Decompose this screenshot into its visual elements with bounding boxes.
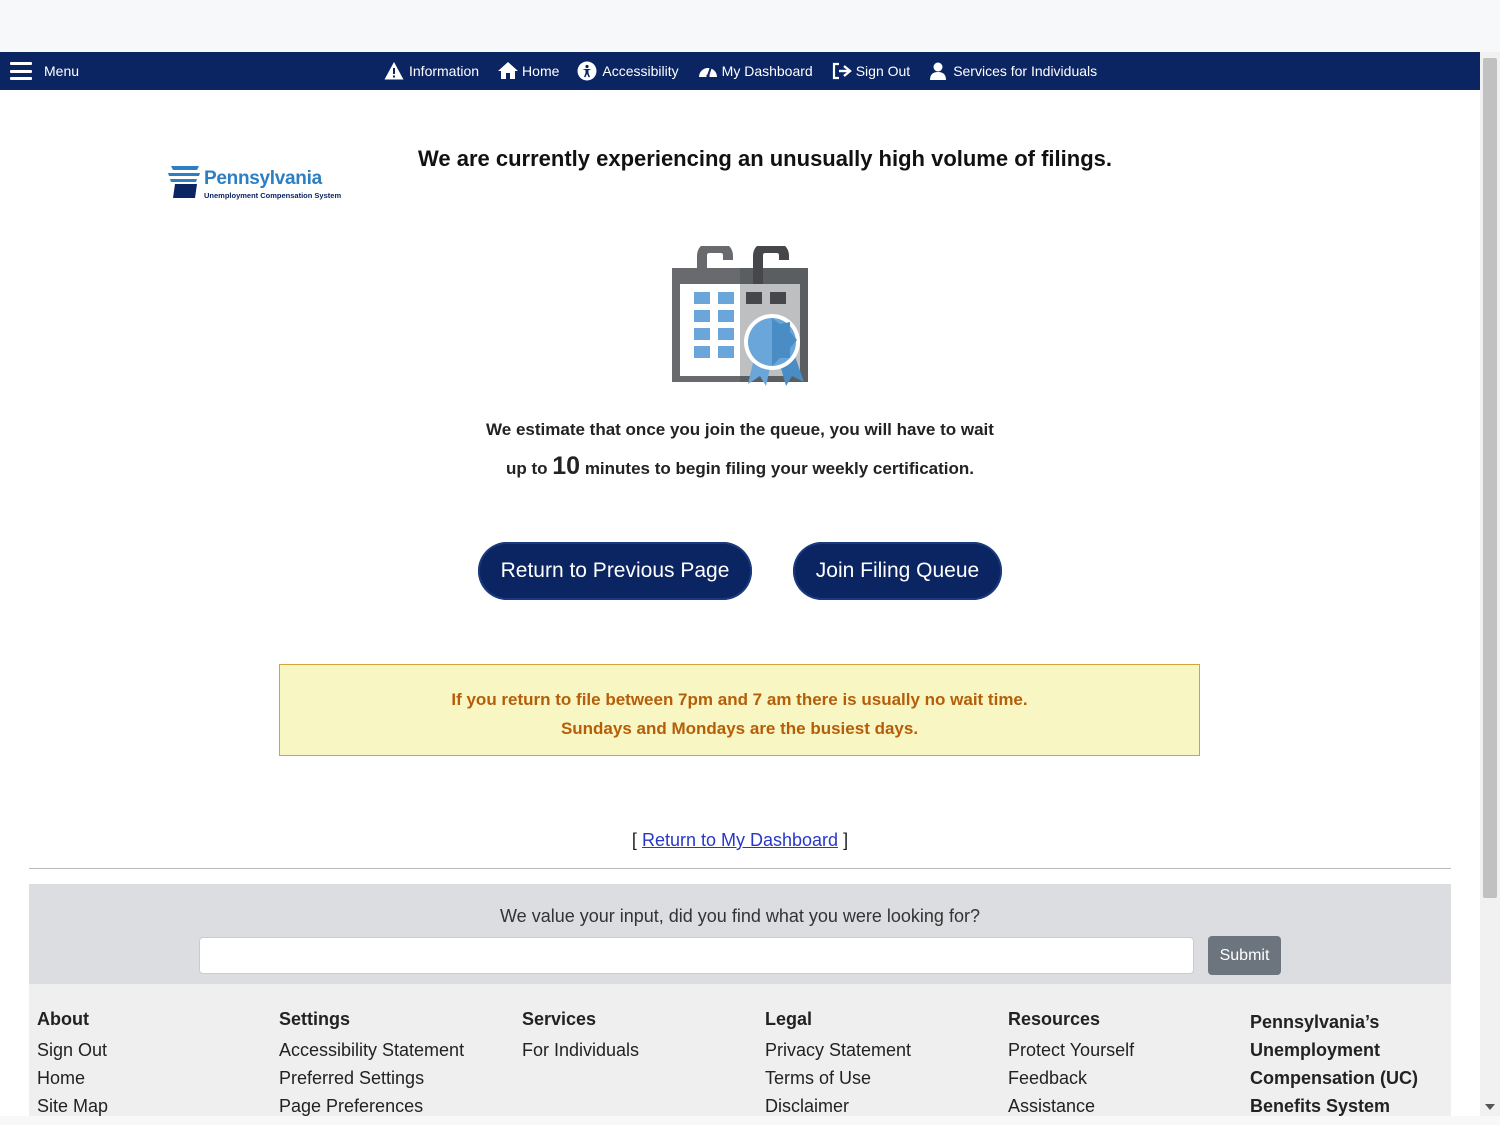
feedback-question: We value your input, did you find what y… <box>500 906 980 926</box>
footer-link-accessibility-statement[interactable]: Accessibility Statement <box>279 1036 464 1064</box>
estimate-suffix: minutes to begin filing your weekly cert… <box>584 459 974 478</box>
nav-information-label: Information <box>409 63 480 79</box>
menu-label: Menu <box>44 63 80 79</box>
footer-heading-settings: Settings <box>279 1009 351 1029</box>
return-previous-page-button[interactable]: Return to Previous Page <box>478 542 752 600</box>
footer-col-services: Services For Individuals <box>522 1008 639 1064</box>
bracket-open: [ <box>631 830 637 850</box>
warning-icon <box>384 61 404 81</box>
top-navbar: Menu Information Home Accessibility My D… <box>0 52 1480 90</box>
footer-col-brand: Pennsylvania’s Unemployment Compensation… <box>1250 1008 1418 1125</box>
accessibility-icon <box>577 61 597 81</box>
footer-heading-about: About <box>37 1009 89 1029</box>
footer-brand-line: Unemployment <box>1250 1040 1381 1060</box>
dashboard-icon <box>697 61 717 81</box>
footer-col-settings: Settings Accessibility Statement Preferr… <box>279 1008 464 1120</box>
nav-home-label: Home <box>522 63 560 79</box>
footer-link-sign-out[interactable]: Sign Out <box>37 1036 108 1064</box>
footer-col-about: About Sign Out Home Site Map <box>37 1008 108 1120</box>
main-content: Pennsylvania Unemployment Compensation S… <box>0 90 1480 1116</box>
footer-heading-legal: Legal <box>765 1009 813 1029</box>
nav-accessibility-label: Accessibility <box>602 63 679 79</box>
feedback-panel: We value your input, did you find what y… <box>29 884 1451 984</box>
footer-link-privacy-statement[interactable]: Privacy Statement <box>765 1036 911 1064</box>
feedback-submit-button[interactable]: Submit <box>1208 936 1281 975</box>
feedback-input[interactable] <box>199 937 1194 974</box>
return-to-dashboard-link[interactable]: Return to My Dashboard <box>642 830 838 850</box>
nav-accessibility[interactable]: Accessibility <box>577 61 679 81</box>
user-icon <box>928 61 948 81</box>
bracket-close: ] <box>843 830 849 850</box>
nav-services-individuals[interactable]: Services for Individuals <box>928 61 1097 81</box>
nav-home[interactable]: Home <box>497 61 559 81</box>
footer-col-legal: Legal Privacy Statement Terms of Use Dis… <box>765 1008 911 1120</box>
home-icon <box>497 61 519 81</box>
footer-link-protect-yourself[interactable]: Protect Yourself <box>1008 1036 1134 1064</box>
estimate-line-2: up to 10 minutes to begin filing your we… <box>0 448 1480 487</box>
scrollbar-thumb[interactable] <box>1483 58 1497 898</box>
join-filing-queue-button[interactable]: Join Filing Queue <box>793 542 1002 600</box>
calendar-award-icon <box>672 246 808 386</box>
estimate-minutes: 10 <box>552 452 581 480</box>
nav-information[interactable]: Information <box>384 61 479 81</box>
footer-link-for-individuals[interactable]: For Individuals <box>522 1036 639 1064</box>
nav-my-dashboard-label: My Dashboard <box>721 63 813 79</box>
page-headline: We are currently experiencing an unusual… <box>418 146 1112 171</box>
notice-line-1: If you return to file between 7pm and 7 … <box>451 690 1028 709</box>
nav-sign-out-label: Sign Out <box>855 63 911 79</box>
wait-time-notice: If you return to file between 7pm and 7 … <box>279 664 1200 756</box>
nav-links: Information Home Accessibility My Dashbo… <box>384 52 1097 90</box>
nav-services-individuals-label: Services for Individuals <box>953 63 1098 79</box>
scroll-down-arrow-icon[interactable] <box>1485 1104 1495 1110</box>
logo-subtitle: Unemployment Compensation System <box>204 191 342 200</box>
footer-link-feedback[interactable]: Feedback <box>1008 1064 1134 1092</box>
estimate-prefix: up to <box>505 459 548 478</box>
footer-link-terms-of-use[interactable]: Terms of Use <box>765 1064 911 1092</box>
notice-line-2: Sundays and Mondays are the busiest days… <box>560 719 919 738</box>
footer-col-resources: Resources Protect Yourself Feedback Assi… <box>1008 1008 1134 1120</box>
footer-brand-line: Compensation (UC) <box>1250 1068 1418 1088</box>
nav-sign-out[interactable]: Sign Out <box>831 61 910 81</box>
footer-brand-line: Pennsylvania’s <box>1250 1012 1380 1032</box>
menu-button[interactable]: Menu <box>10 52 79 90</box>
footer-heading-resources: Resources <box>1008 1009 1101 1029</box>
footer-brand-title: Pennsylvania’s Unemployment Compensation… <box>1250 1008 1418 1120</box>
wait-estimate: We estimate that once you join the queue… <box>0 412 1480 487</box>
hamburger-icon <box>10 62 32 80</box>
footer-link-preferred-settings[interactable]: Preferred Settings <box>279 1064 464 1092</box>
divider <box>29 868 1451 869</box>
footer-link-home[interactable]: Home <box>37 1064 108 1092</box>
page-scrollbar[interactable] <box>1480 52 1500 1116</box>
nav-my-dashboard[interactable]: My Dashboard <box>697 61 813 81</box>
estimate-line-1: We estimate that once you join the queue… <box>486 420 994 439</box>
site-footer: About Sign Out Home Site Map Settings Ac… <box>29 984 1451 1116</box>
sign-out-icon <box>831 61 852 81</box>
browser-top-strip <box>0 0 1500 52</box>
return-dashboard-row: [ Return to My Dashboard ] <box>0 830 1480 851</box>
footer-heading-services: Services <box>522 1009 597 1029</box>
